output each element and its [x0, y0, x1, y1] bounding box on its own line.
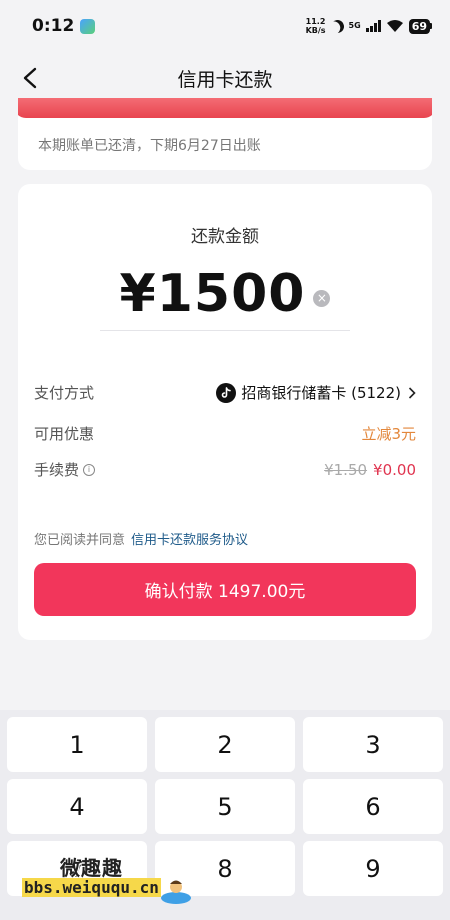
watermark-url: bbs.weiququ.cn: [22, 878, 161, 897]
agreement-link[interactable]: 信用卡还款服务协议: [131, 533, 248, 548]
battery-icon: 69: [408, 18, 432, 34]
tiktok-pay-icon: [216, 382, 237, 403]
watermark-mascot-icon: [161, 880, 191, 904]
bill-summary-card: 本期账单已还清，下期6月27日出账: [18, 98, 432, 170]
key-4[interactable]: 4: [7, 779, 147, 834]
fee-original: ¥1.50: [324, 460, 368, 479]
discount-value: 立减3元: [361, 425, 416, 443]
amount-value: ¥1500: [119, 264, 306, 324]
bill-banner: [18, 98, 432, 118]
network-speed: 11.2 KB/s: [306, 17, 326, 35]
key-2[interactable]: 2: [155, 717, 295, 772]
status-bar: 0:12 11.2 KB/s 5G 69: [0, 0, 450, 52]
agreement-notice: 您已阅读并同意 信用卡还款服务协议: [34, 529, 248, 548]
key-1[interactable]: 1: [7, 717, 147, 772]
payment-method-value: 招商银行储蓄卡 (5122): [241, 384, 401, 402]
agreement-prefix: 您已阅读并同意: [34, 533, 126, 548]
fee-info-icon[interactable]: i: [83, 463, 96, 476]
status-time: 0:12: [32, 16, 75, 36]
payment-method-label: 支付方式: [34, 384, 95, 402]
do-not-disturb-icon: [329, 18, 346, 35]
amount-label: 还款金额: [191, 227, 259, 247]
payment-method-row[interactable]: 支付方式 招商银行储蓄卡 (5122): [34, 382, 416, 403]
network-speed-unit: KB/s: [305, 26, 326, 35]
key-5[interactable]: 5: [155, 779, 295, 834]
nav-bar: 信用卡还款: [0, 52, 450, 104]
discount-row[interactable]: 可用优惠 立减3元: [34, 423, 416, 444]
back-button[interactable]: [16, 64, 44, 92]
fee-row: 手续费 i ¥1.50 ¥0.00: [34, 459, 416, 480]
signal-icon: [365, 20, 381, 32]
fee-label: 手续费: [34, 461, 80, 479]
battery-level: 69: [408, 18, 430, 34]
chevron-left-icon: [23, 67, 37, 89]
watermark-title: 微趣趣: [60, 856, 123, 880]
watermark: 微趣趣 bbs.weiququ.cn: [22, 852, 202, 912]
network-speed-value: 11.2: [305, 17, 326, 26]
amount-divider: [100, 330, 350, 331]
key-9[interactable]: 9: [303, 841, 443, 896]
clear-amount-icon[interactable]: ×: [313, 289, 331, 307]
key-6[interactable]: 6: [303, 779, 443, 834]
bill-status-text: 本期账单已还清，下期6月27日出账: [38, 138, 261, 154]
key-3[interactable]: 3: [303, 717, 443, 772]
payment-card: 还款金额 ¥1500 × 支付方式 招商银行储蓄卡 (5122) 可用优惠 立减…: [18, 184, 432, 640]
discount-label: 可用优惠: [34, 425, 95, 443]
wifi-icon: [386, 20, 403, 32]
network-type: 5G: [348, 21, 361, 30]
page-title: 信用卡还款: [177, 68, 273, 91]
fee-actual: ¥0.00: [373, 460, 416, 479]
amount-input[interactable]: ¥1500 ×: [18, 264, 432, 324]
status-indicators: 11.2 KB/s 5G 69: [306, 17, 432, 35]
chevron-right-icon: [408, 386, 416, 399]
confirm-payment-button[interactable]: 确认付款 1497.00元: [34, 563, 416, 616]
app-notification-icon: [80, 18, 96, 34]
